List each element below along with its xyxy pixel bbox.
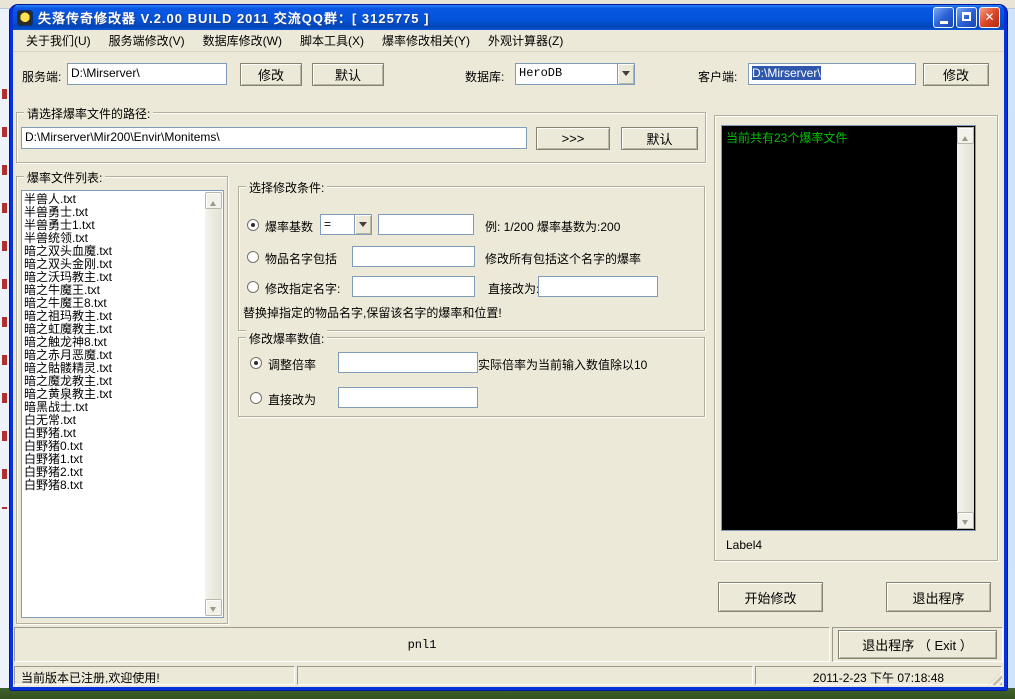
background-window-right-edge <box>1006 9 1015 690</box>
output-console[interactable]: 当前共有23个爆率文件 <box>721 125 976 531</box>
file-list-scrollbar[interactable] <box>205 192 222 616</box>
database-selected-value: HeroDB <box>519 66 562 80</box>
scroll-down-icon[interactable] <box>205 599 222 616</box>
close-button[interactable]: ✕ <box>979 7 1000 28</box>
console-message: 当前共有23个爆率文件 <box>726 129 847 146</box>
menu-bar: 关于我们(U) 服务端修改(V) 数据库修改(W) 脚本工具(X) 爆率修改相关… <box>13 30 1004 52</box>
rename-to-label: 直接改为: <box>488 280 539 297</box>
client-modify-button[interactable]: 修改 <box>923 63 989 86</box>
file-list: 半兽人.txt半兽勇士.txt半兽勇士1.txt半兽统领.txt暗之双头血魔.t… <box>24 193 204 615</box>
title-bar[interactable]: 失落传奇修改器 V.2.00 BUILD 2011 交流QQ群：[ 312577… <box>13 5 1004 30</box>
exit-program-button[interactable]: 退出程序 <box>886 582 991 612</box>
pnl1-label: pnl1 <box>408 638 437 652</box>
base-rate-radio[interactable] <box>247 219 259 231</box>
menu-database-modify[interactable]: 数据库修改(W) <box>194 30 291 51</box>
rename-note: 替换掉指定的物品名字,保留该名字的爆率和位置! <box>243 304 502 321</box>
server-path-input[interactable]: D:\Mirserver\ <box>67 63 227 85</box>
condition-groupbox-title: 选择修改条件: <box>246 179 327 196</box>
status-empty-cell <box>297 666 753 685</box>
client-label: 客户端: <box>698 68 737 85</box>
base-rate-hint: 例: 1/200 爆率基数为:200 <box>485 218 620 235</box>
client-area: 服务端: D:\Mirserver\ 修改 默认 数据库: HeroDB 客户端… <box>13 52 1004 687</box>
server-label: 服务端: <box>22 68 61 85</box>
rename-radio[interactable] <box>247 281 259 293</box>
exit-panel: 退出程序 （ Exit ） <box>832 627 1003 662</box>
scroll-up-icon[interactable] <box>205 192 222 209</box>
name-contains-label: 物品名字包括 <box>265 250 337 267</box>
app-icon <box>17 10 33 26</box>
path-default-button[interactable]: 默认 <box>621 127 698 150</box>
menu-droprate-related[interactable]: 爆率修改相关(Y) <box>373 30 479 51</box>
minimize-icon <box>940 21 948 24</box>
base-rate-label: 爆率基数 <box>265 218 313 235</box>
rename-label: 修改指定名字: <box>265 280 340 297</box>
status-bar: 当前版本已注册,欢迎使用! 2011-2-23 下午 07:18:48 <box>13 664 1004 687</box>
direct-value-radio[interactable] <box>250 392 262 404</box>
monitems-path-input[interactable]: D:\Mirserver\Mir200\Envir\Monitems\ <box>21 127 527 149</box>
status-message: 当前版本已注册,欢迎使用! <box>14 666 295 685</box>
name-contains-radio[interactable] <box>247 251 259 263</box>
direct-value-label: 直接改为 <box>268 391 316 408</box>
rename-input[interactable] <box>352 276 475 297</box>
base-rate-op-value: = <box>324 217 331 231</box>
value-groupbox-title: 修改爆率数值: <box>246 330 327 347</box>
status-datetime: 2011-2-23 下午 07:18:48 <box>755 666 1002 685</box>
multiplier-input[interactable] <box>338 352 478 373</box>
server-modify-button[interactable]: 修改 <box>240 63 302 86</box>
menu-appearance-calculator[interactable]: 外观计算器(Z) <box>479 30 572 51</box>
server-default-button[interactable]: 默认 <box>312 63 384 86</box>
files-groupbox-title: 爆率文件列表: <box>24 169 105 186</box>
name-contains-hint: 修改所有包括这个名字的爆率 <box>485 250 641 267</box>
browse-button[interactable]: >>> <box>536 127 610 150</box>
path-groupbox-title: 请选择爆率文件的路径: <box>24 105 153 122</box>
chevron-down-icon[interactable] <box>617 64 634 84</box>
database-label: 数据库: <box>465 68 504 85</box>
exit-program-bottom-button[interactable]: 退出程序 （ Exit ） <box>838 630 997 659</box>
name-contains-input[interactable] <box>352 246 475 267</box>
file-listbox[interactable]: 半兽人.txt半兽勇士.txt半兽勇士1.txt半兽统领.txt暗之双头血魔.t… <box>21 190 224 618</box>
maximize-button[interactable] <box>956 7 977 28</box>
base-rate-input[interactable] <box>378 214 474 235</box>
client-path-input[interactable]: D:\Mirserver\ <box>748 63 916 85</box>
selected-text: D:\Mirserver\ <box>752 66 821 80</box>
base-rate-op-select[interactable]: = <box>320 214 372 235</box>
window-title: 失落传奇修改器 V.2.00 BUILD 2011 交流QQ群：[ 312577… <box>38 8 933 27</box>
start-modify-button[interactable]: 开始修改 <box>718 582 823 612</box>
label4: Label4 <box>726 538 762 552</box>
bottom-panel: pnl1 <box>14 627 830 662</box>
scroll-up-icon[interactable] <box>957 127 974 144</box>
maximize-icon <box>962 12 971 21</box>
console-scrollbar[interactable] <box>957 127 974 529</box>
direct-value-input[interactable] <box>338 387 478 408</box>
app-window: 失落传奇修改器 V.2.00 BUILD 2011 交流QQ群：[ 312577… <box>10 5 1007 690</box>
rename-to-input[interactable] <box>538 276 658 297</box>
multiplier-label: 调整倍率 <box>268 356 316 373</box>
multiplier-radio[interactable] <box>250 357 262 369</box>
menu-server-modify[interactable]: 服务端修改(V) <box>100 30 194 51</box>
scroll-down-icon[interactable] <box>957 512 974 529</box>
database-select[interactable]: HeroDB <box>515 63 635 85</box>
menu-script-tools[interactable]: 脚本工具(X) <box>291 30 373 51</box>
chevron-down-icon[interactable] <box>354 215 371 234</box>
minimize-button[interactable] <box>933 7 954 28</box>
list-item[interactable]: 白野猪8.txt <box>24 479 204 492</box>
multiplier-hint: 实际倍率为当前输入数值除以10 <box>478 356 647 373</box>
menu-about[interactable]: 关于我们(U) <box>17 30 100 51</box>
